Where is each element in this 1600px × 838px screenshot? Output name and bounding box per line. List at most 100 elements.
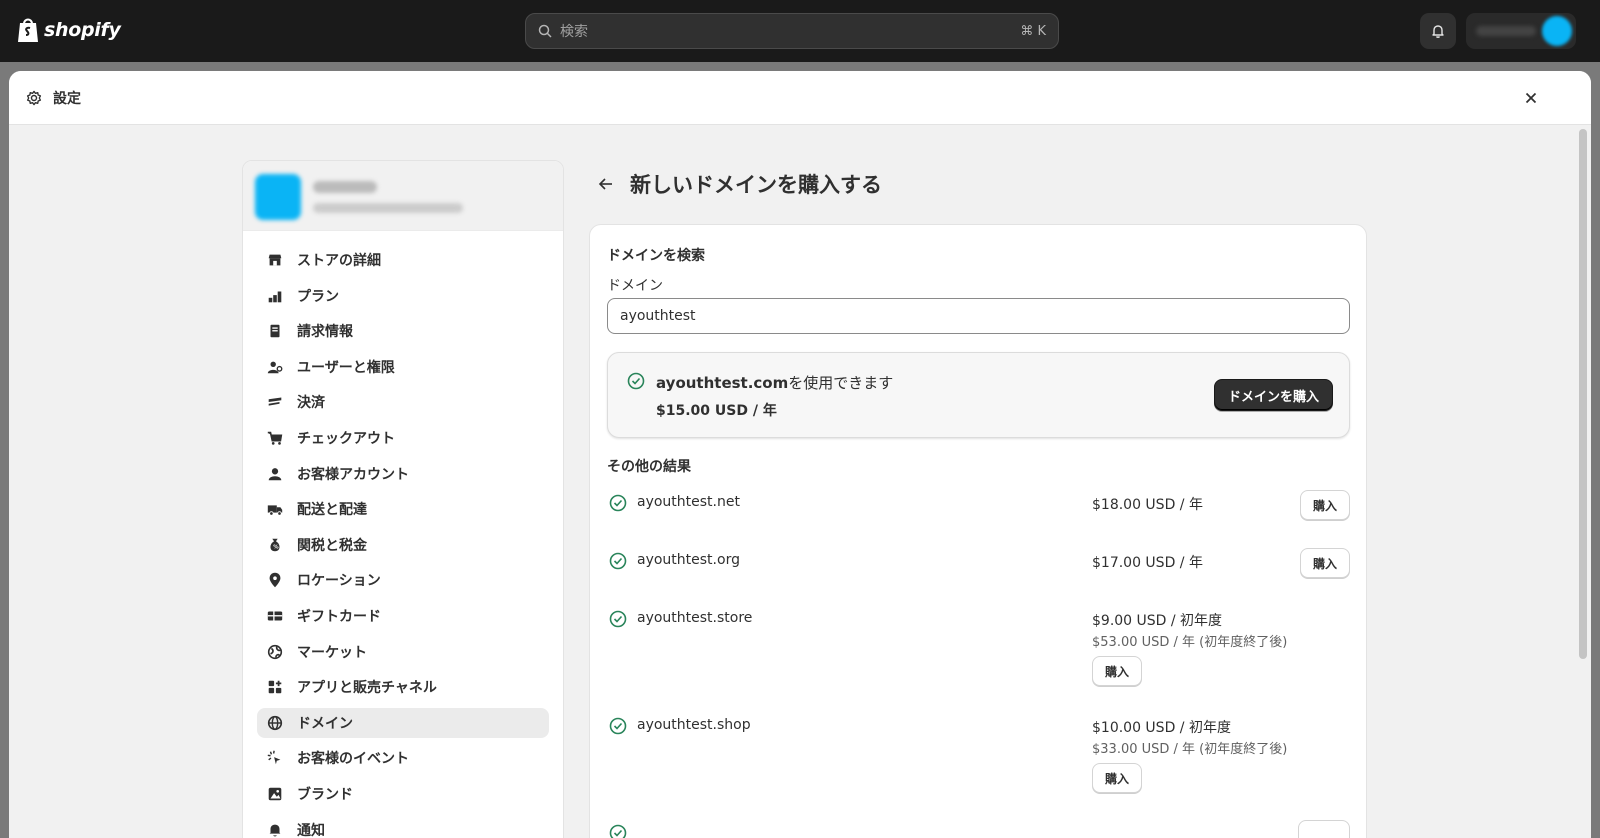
domain-globe-icon <box>265 713 285 733</box>
check-circle-icon <box>609 552 627 570</box>
available-domain-card: ayouthtest.comを使用できます $15.00 USD / 年 ドメイ… <box>607 352 1350 438</box>
sidebar-item-label: 配送と配達 <box>297 502 367 519</box>
page-title: 新しいドメインを購入する <box>630 173 882 197</box>
sidebar-item-label: ロケーション <box>297 573 381 590</box>
store-url <box>313 203 463 213</box>
result-domain: ayouthtest.org <box>637 552 740 568</box>
payments-icon <box>265 392 285 412</box>
sidebar-item-globe[interactable]: マーケット <box>257 637 549 667</box>
shopify-logo[interactable]: shopify <box>16 16 121 44</box>
sidebar-item-person[interactable]: お客様アカウント <box>257 459 549 489</box>
truck-icon <box>265 499 285 519</box>
plan-icon <box>265 286 285 306</box>
globe-icon <box>265 642 285 662</box>
buy-domain-button[interactable]: ドメインを購入 <box>1213 379 1333 411</box>
back-button[interactable] <box>594 172 618 196</box>
sidebar-item-domain-globe[interactable]: ドメイン <box>257 707 549 738</box>
arrow-left-icon <box>598 178 612 190</box>
sidebar-item-label: プラン <box>297 288 339 305</box>
available-domain-price: $15.00 USD / 年 <box>656 403 777 419</box>
close-icon <box>1525 92 1537 104</box>
sidebar-item-apps[interactable]: アプリと販売チャネル <box>257 672 549 702</box>
domain-search-card: ドメインを検索 ドメイン ayouthtest ayouthtest.comを使… <box>589 224 1367 838</box>
top-bar: shopify 検索 ⌘ K <box>0 0 1600 62</box>
sidebar-item-plan[interactable]: プラン <box>257 281 549 311</box>
result-price: $18.00 USD / 年 <box>1092 497 1203 513</box>
sidebar-item-label: チェックアウト <box>297 430 395 447</box>
bell-icon <box>265 820 285 838</box>
modal-header: 設定 <box>9 71 1591 125</box>
shopify-bag-icon <box>18 18 38 42</box>
person-icon <box>265 464 285 484</box>
gear-icon <box>26 90 42 105</box>
cart-icon <box>265 428 285 448</box>
search-shortcut: ⌘ K <box>1020 23 1046 39</box>
sidebar-item-tax[interactable]: % 関税と税金 <box>257 530 549 560</box>
avatar <box>1542 16 1572 46</box>
sidebar-item-store[interactable]: ストアの詳細 <box>257 245 549 275</box>
sidebar-item-events[interactable]: お客様のイベント <box>257 743 549 773</box>
settings-sidebar: ストアの詳細プラン請求情報ユーザーと権限 決済チェックアウト お客様アカウント 配送と… <box>242 160 564 838</box>
result-renewal-price: $53.00 USD / 年 (初年度終了後) <box>1092 635 1288 650</box>
other-results-title: その他の結果 <box>607 459 691 475</box>
check-circle-icon <box>609 824 627 838</box>
result-domain: ayouthtest.shop <box>637 717 751 733</box>
sidebar-item-payments[interactable]: 決済 <box>257 387 549 417</box>
sidebar-item-truck[interactable]: 配送と配達 <box>257 494 549 524</box>
sidebar-item-users[interactable]: ユーザーと権限 <box>257 352 549 382</box>
sidebar-item-label: ユーザーと権限 <box>297 359 395 376</box>
available-domain-name: ayouthtest.com <box>656 374 789 392</box>
store-icon <box>265 250 285 270</box>
gift-card-icon <box>265 606 285 626</box>
buy-button[interactable]: 購入 <box>1092 656 1143 686</box>
domain-field[interactable]: ayouthtest <box>607 298 1350 334</box>
check-circle-icon <box>627 372 645 390</box>
apps-icon <box>265 677 285 697</box>
account-name <box>1476 26 1536 36</box>
settings-modal: 設定 ストアの詳細プラン請求情報ユーザーと権限 決済チェックアウト お客様アカウント… <box>9 71 1591 838</box>
sidebar-item-location[interactable]: ロケーション <box>257 565 549 595</box>
buy-button[interactable]: 購入 <box>1299 490 1350 520</box>
store-name <box>313 181 377 193</box>
store-card[interactable] <box>243 161 563 231</box>
result-price: $9.00 USD / 初年度 <box>1092 613 1223 629</box>
buy-button-partial[interactable] <box>1298 820 1350 838</box>
check-circle-icon <box>609 610 627 628</box>
domain-field-label: ドメイン <box>607 278 663 294</box>
svg-text:%: % <box>273 544 279 550</box>
buy-button[interactable]: 購入 <box>1299 548 1350 578</box>
sidebar-item-label: 決済 <box>297 395 325 412</box>
sidebar-item-label: お客様のイベント <box>297 751 409 768</box>
sidebar-item-gift-card[interactable]: ギフトカード <box>257 601 549 631</box>
brand-icon <box>265 784 285 804</box>
notifications-button[interactable] <box>1420 13 1456 49</box>
settings-nav: ストアの詳細プラン請求情報ユーザーと権限 決済チェックアウト お客様アカウント 配送と… <box>243 231 563 838</box>
modal-title: 設定 <box>53 90 81 107</box>
location-icon <box>265 570 285 590</box>
buy-button[interactable]: 購入 <box>1092 763 1143 793</box>
sidebar-item-label: 通知 <box>297 822 325 838</box>
scrollbar[interactable] <box>1579 129 1587 659</box>
result-price: $10.00 USD / 初年度 <box>1092 720 1231 736</box>
sidebar-item-billing[interactable]: 請求情報 <box>257 316 549 346</box>
brand-wordmark: shopify <box>44 19 121 41</box>
sidebar-item-label: 請求情報 <box>297 324 353 341</box>
sidebar-item-label: ドメイン <box>297 715 353 732</box>
page-header: 新しいドメインを購入する <box>594 169 882 199</box>
sidebar-item-cart[interactable]: チェックアウト <box>257 423 549 453</box>
close-button[interactable] <box>1519 86 1543 110</box>
sidebar-item-label: ギフトカード <box>297 608 381 625</box>
sidebar-item-bell[interactable]: 通知 <box>257 815 549 838</box>
search-section-title: ドメインを検索 <box>607 248 705 264</box>
account-menu[interactable] <box>1466 13 1576 49</box>
sidebar-item-brand[interactable]: ブランド <box>257 779 549 809</box>
check-circle-icon <box>609 717 627 735</box>
result-domain: ayouthtest.store <box>637 610 753 626</box>
search-icon <box>538 24 552 38</box>
result-price: $17.00 USD / 年 <box>1092 555 1203 571</box>
search-input[interactable]: 検索 ⌘ K <box>525 13 1059 49</box>
sidebar-item-label: お客様アカウント <box>297 466 409 483</box>
store-logo <box>255 174 301 220</box>
available-suffix: を使用できます <box>788 374 894 392</box>
sidebar-item-label: マーケット <box>297 644 367 661</box>
